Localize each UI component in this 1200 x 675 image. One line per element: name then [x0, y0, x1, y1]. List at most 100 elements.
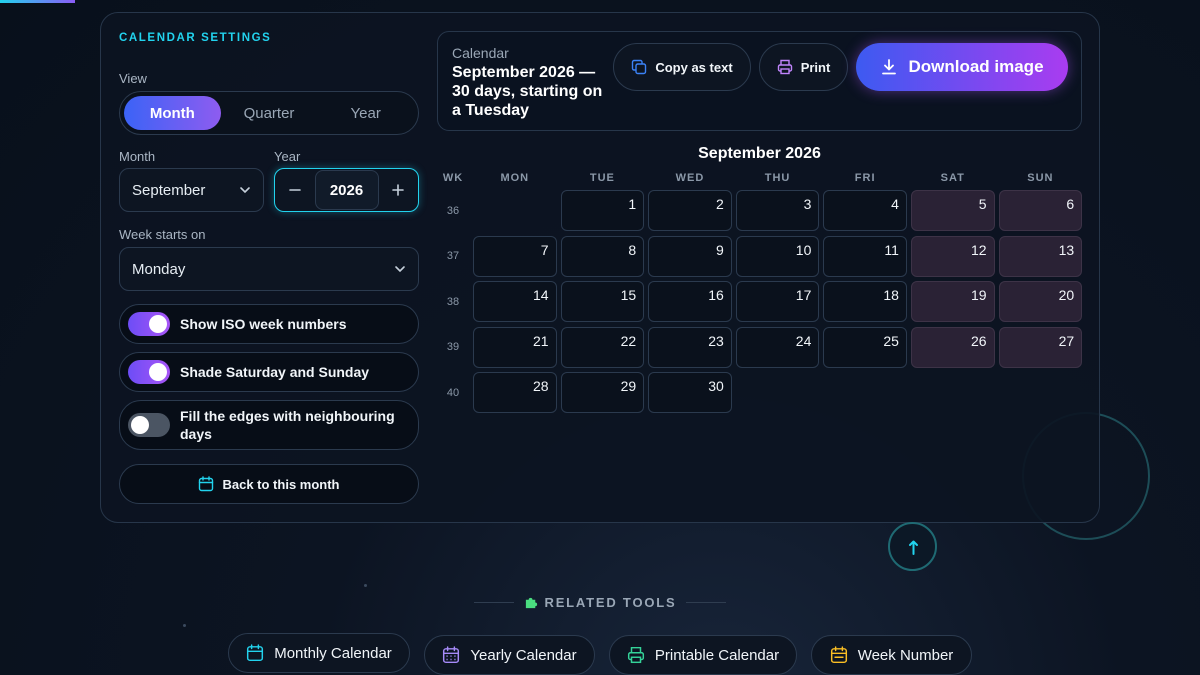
switch-knob: [131, 416, 149, 434]
calendar-icon: [199, 476, 214, 492]
day-cell[interactable]: 29: [560, 372, 645, 413]
calendar-grid-icon: [443, 646, 460, 664]
print-button[interactable]: Print: [759, 43, 848, 91]
day-cell[interactable]: 28: [473, 372, 557, 413]
day-cell[interactable]: 2: [648, 190, 732, 231]
tool-label: Week Number: [857, 646, 954, 664]
weekday-header: TUE: [589, 172, 615, 184]
chevron-down-icon: [240, 187, 250, 194]
toggle-label: Fill the edges with neighbouring days: [180, 408, 395, 442]
weekday-header: FRI: [854, 172, 876, 184]
weekday-header: WED: [675, 172, 705, 184]
weekend-day-cell[interactable]: 13: [998, 235, 1083, 277]
switch-knob: [149, 315, 167, 333]
empty-day-cell: [736, 372, 820, 413]
back-to-this-month-button[interactable]: Back to this month: [119, 464, 419, 504]
day-cell[interactable]: 21: [473, 326, 557, 368]
day-cell[interactable]: 23: [648, 326, 732, 368]
year-input[interactable]: 2026: [314, 170, 379, 210]
view-segmented-control: Month Quarter Year: [119, 91, 419, 135]
year-increment-button[interactable]: [380, 171, 416, 209]
day-cell[interactable]: 4: [823, 190, 907, 231]
day-cell[interactable]: 7: [473, 235, 557, 277]
day-cell[interactable]: 1: [560, 190, 645, 231]
print-button-label: Print: [800, 59, 831, 75]
download-image-button[interactable]: Download image: [856, 43, 1068, 91]
view-month-button[interactable]: Month: [124, 96, 221, 130]
calendar-grid: WK MON TUE WED THU FRI SAT SUN 36 1 2 3 4 5 6 3…: [437, 168, 1083, 413]
weekend-day-cell[interactable]: 20: [998, 281, 1083, 322]
weekend-day-cell[interactable]: 19: [910, 281, 995, 322]
weekend-day-cell[interactable]: 27: [998, 326, 1083, 368]
iso-week-switch[interactable]: [128, 312, 170, 336]
toggle-iso-week-numbers[interactable]: Show ISO week numbers: [119, 304, 419, 344]
day-cell[interactable]: 25: [823, 326, 907, 368]
day-cell[interactable]: 14: [473, 281, 557, 322]
calendar-panel: CALENDAR SETTINGS View Month Quarter Yea…: [100, 12, 1100, 523]
arrow-up-icon: [908, 540, 918, 555]
related-tools-heading: RELATED TOOLS: [466, 595, 734, 610]
week-number-header: WK: [442, 172, 464, 184]
day-cell[interactable]: 3: [735, 190, 820, 231]
calendar-week-icon: [830, 646, 847, 664]
day-cell[interactable]: 18: [823, 281, 907, 322]
weekday-header-row: WK MON TUE WED THU FRI SAT SUN: [437, 168, 1082, 188]
tool-label: Yearly Calendar: [470, 646, 577, 664]
yearly-calendar-link[interactable]: Yearly Calendar: [424, 635, 595, 675]
week-start-select[interactable]: Monday: [119, 247, 419, 291]
view-quarter-button[interactable]: Quarter: [221, 96, 318, 130]
weekday-header: SUN: [1027, 172, 1054, 184]
divider: [686, 602, 727, 603]
day-cell[interactable]: 16: [648, 281, 732, 322]
day-cell[interactable]: 24: [735, 326, 820, 368]
month-select-value: September: [132, 181, 206, 199]
weekend-day-cell[interactable]: 26: [910, 326, 995, 368]
day-cell[interactable]: 11: [823, 235, 907, 277]
year-stepper: 2026: [274, 168, 419, 212]
day-cell[interactable]: 22: [560, 326, 645, 368]
shade-weekend-switch[interactable]: [128, 360, 170, 384]
copy-as-text-button[interactable]: Copy as text: [613, 43, 751, 91]
month-select[interactable]: September: [119, 168, 264, 212]
monthly-calendar-link[interactable]: Monthly Calendar: [228, 633, 410, 673]
day-cell[interactable]: 15: [560, 281, 645, 322]
calendar-header-card: Calendar September 2026 — 30 days, start…: [437, 31, 1082, 131]
weekend-day-cell[interactable]: 12: [910, 235, 995, 277]
weekend-day-cell[interactable]: 5: [910, 190, 995, 231]
weekend-day-cell[interactable]: 6: [998, 190, 1083, 231]
day-cell[interactable]: 17: [735, 281, 820, 322]
weekday-header: SAT: [940, 172, 965, 184]
view-year-button[interactable]: Year: [317, 96, 414, 130]
back-button-label: Back to this month: [222, 476, 340, 492]
year-label: Year: [274, 149, 301, 164]
tool-label: Monthly Calendar: [274, 644, 392, 662]
decorative-dot: [364, 584, 367, 587]
calendar-summary-title: September 2026 — 30 days, starting on a …: [452, 64, 603, 119]
year-decrement-button[interactable]: [277, 171, 313, 209]
day-cell[interactable]: 8: [560, 235, 645, 277]
decorative-dot: [183, 624, 186, 627]
day-cell[interactable]: 9: [648, 235, 732, 277]
printable-calendar-link[interactable]: Printable Calendar: [609, 635, 797, 675]
view-label: View: [119, 71, 147, 86]
month-label: Month: [119, 149, 156, 164]
week-number-link[interactable]: Week Number: [811, 635, 972, 675]
week-number: 38: [446, 295, 460, 308]
related-tools-label: RELATED TOOLS: [544, 595, 677, 610]
month-heading: September 2026: [698, 145, 821, 162]
scroll-to-top-button[interactable]: [888, 522, 937, 571]
toggle-fill-edges[interactable]: Fill the edges with neighbouring days: [119, 400, 419, 450]
plus-icon: [392, 184, 404, 196]
calendar-icon: [247, 644, 264, 662]
settings-title: CALENDAR SETTINGS: [119, 32, 272, 44]
fill-edges-switch[interactable]: [128, 413, 170, 437]
week-number: 37: [446, 250, 460, 262]
divider: [473, 602, 514, 603]
day-cell[interactable]: 10: [735, 235, 820, 277]
day-cell[interactable]: 30: [648, 372, 732, 413]
download-button-label: Download image: [908, 57, 1044, 76]
switch-knob: [149, 363, 167, 381]
empty-day-cell: [823, 372, 907, 413]
toggle-shade-weekends[interactable]: Shade Saturday and Sunday: [119, 352, 419, 392]
chevron-down-icon: [395, 266, 405, 273]
